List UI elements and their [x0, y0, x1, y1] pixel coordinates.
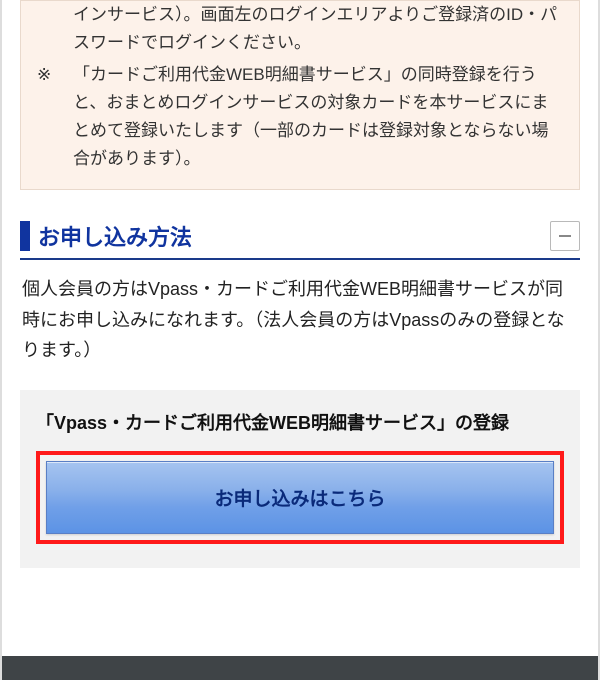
apply-highlight-frame: お申し込みはこちら — [36, 451, 564, 544]
minus-icon — [557, 228, 573, 244]
notice-item: インサービス）。画面左のログインエリアよりご登録済のID・パスワードでログインく… — [37, 1, 563, 57]
notice-marker — [37, 1, 73, 57]
footer-bar — [2, 656, 598, 680]
notice-marker: ※ — [37, 61, 73, 173]
page-frame: インサービス）。画面左のログインエリアよりご登録済のID・パスワードでログインく… — [0, 0, 600, 680]
section-title: お申し込み方法 — [20, 220, 192, 252]
collapse-toggle-button[interactable] — [550, 221, 580, 251]
section-body-text: 個人会員の方はVpass・カードご利用代金WEB明細書サービスが同時にお申し込み… — [20, 260, 580, 366]
section-title-text: お申し込み方法 — [38, 220, 192, 252]
notice-text: 「カードご利用代金WEB明細書サービス」の同時登録を行うと、おまとめログインサー… — [73, 61, 563, 173]
notice-box: インサービス）。画面左のログインエリアよりご登録済のID・パスワードでログインく… — [20, 0, 580, 190]
notice-item: ※ 「カードご利用代金WEB明細書サービス」の同時登録を行うと、おまとめログイン… — [37, 61, 563, 173]
registration-title: 「Vpass・カードご利用代金WEB明細書サービス」の登録 — [36, 410, 564, 437]
registration-box: 「Vpass・カードご利用代金WEB明細書サービス」の登録 お申し込みはこちら — [20, 390, 580, 568]
apply-button[interactable]: お申し込みはこちら — [46, 461, 554, 534]
section-accent-bar — [20, 221, 30, 251]
notice-text: インサービス）。画面左のログインエリアよりご登録済のID・パスワードでログインく… — [73, 1, 563, 57]
section-header: お申し込み方法 — [20, 220, 580, 260]
